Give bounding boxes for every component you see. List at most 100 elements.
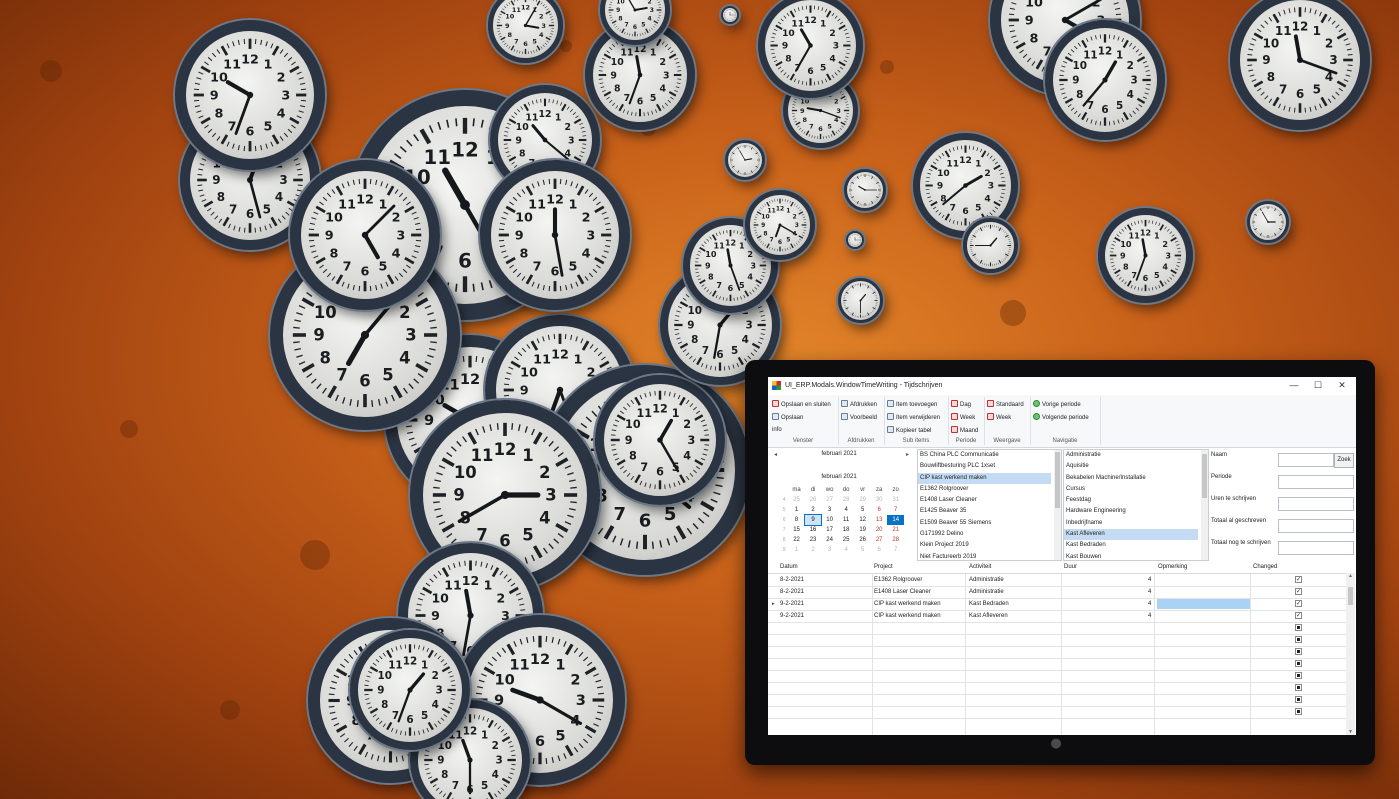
calendar-day[interactable]: 6 — [871, 505, 888, 515]
changed-checkbox[interactable] — [1295, 660, 1302, 667]
activity-list[interactable]: Administratie Aquisitie Bekabelen Machin… — [1063, 449, 1209, 561]
changed-checkbox[interactable]: ✓ — [1295, 576, 1302, 583]
add-item-button[interactable]: Item toevoegen — [887, 400, 937, 409]
changed-checkbox[interactable]: ✓ — [1295, 600, 1302, 607]
close-button[interactable]: ✕ — [1332, 379, 1352, 392]
view-standard-button[interactable]: Standaard — [987, 400, 1024, 409]
activity-list-item[interactable]: Cursus — [1064, 484, 1208, 495]
project-list-item[interactable]: E1408 Laser Cleaner — [918, 495, 1061, 506]
column-header-datum[interactable]: Datum — [780, 561, 798, 573]
activity-list-item[interactable]: Aquisitie — [1064, 461, 1208, 472]
scrollbar-thumb[interactable] — [1055, 452, 1060, 508]
zoek-button[interactable]: Zoek — [1334, 453, 1354, 468]
save-button[interactable]: Opslaan — [772, 413, 803, 422]
cell-activiteit[interactable]: Kast Afleveren — [969, 610, 1008, 622]
calendar-day[interactable]: 24 — [821, 535, 838, 545]
calendar-day[interactable]: 5 — [854, 545, 871, 555]
preview-button[interactable]: Voorbeeld — [841, 413, 877, 422]
calendar-day[interactable]: 19 — [854, 525, 871, 535]
next-period-button[interactable]: Volgende periode — [1033, 413, 1089, 422]
activity-list-item[interactable]: Kast Bouwen — [1064, 552, 1208, 560]
changed-checkbox[interactable]: ✓ — [1295, 588, 1302, 595]
calendar-day[interactable]: 25 — [788, 495, 805, 505]
minimize-button[interactable]: — — [1284, 379, 1304, 392]
scrollbar-thumb[interactable] — [1348, 587, 1353, 605]
cell-project[interactable]: E1408 Laser Cleaner — [874, 586, 931, 598]
project-list-item-selected[interactable]: CIP kast werkend maken — [918, 472, 1051, 484]
calendar-day[interactable]: 22 — [788, 535, 805, 545]
print-button[interactable]: Afdrukken — [841, 400, 877, 409]
calendar-day[interactable]: 29 — [854, 495, 871, 505]
calendar-day[interactable]: 25 — [838, 535, 855, 545]
activity-list-item-selected[interactable]: Kast Afleveren — [1064, 529, 1198, 541]
calendar-day[interactable]: 10 — [821, 515, 838, 525]
project-list-item[interactable]: E1425 Beaver 35 — [918, 506, 1061, 517]
naam-input[interactable] — [1278, 453, 1334, 467]
calendar-day[interactable]: 3 — [821, 545, 838, 555]
calendar-day[interactable]: 11 — [838, 515, 855, 525]
calendar-day-selected[interactable]: 14 — [887, 515, 904, 525]
calendar-day[interactable]: 31 — [887, 495, 904, 505]
changed-checkbox[interactable] — [1295, 708, 1302, 715]
project-list-item[interactable]: Bouwliftbesturing PLC 1xset — [918, 461, 1061, 472]
cell-project[interactable]: CIP kast werkend maken — [874, 598, 941, 610]
scroll-up-icon[interactable]: ▲ — [1346, 573, 1355, 579]
activity-list-item[interactable]: Hardware Engineering — [1064, 506, 1208, 517]
project-list-item[interactable]: Niet Factureerb 2019 — [918, 552, 1061, 560]
uren-te-schrijven-input[interactable] — [1278, 497, 1354, 511]
calendar-day[interactable]: 6 — [871, 545, 888, 555]
cell-duur[interactable]: 4 — [1148, 610, 1151, 622]
calendar-day[interactable]: 30 — [871, 495, 888, 505]
calendar-day[interactable]: 7 — [887, 505, 904, 515]
column-header-project[interactable]: Project — [874, 561, 893, 573]
changed-checkbox[interactable] — [1295, 648, 1302, 655]
project-list-item[interactable]: E1509 Beaver 55 Siemens — [918, 518, 1061, 529]
cell-datum[interactable]: 8-2-2021 — [780, 586, 804, 598]
calendar-day[interactable]: 2 — [805, 505, 822, 515]
totaal-geschreven-input[interactable] — [1278, 519, 1354, 533]
activity-list-item[interactable]: Administratie — [1064, 450, 1208, 461]
calendar-day[interactable]: 23 — [805, 535, 822, 545]
project-list-scrollbar[interactable] — [1054, 450, 1061, 560]
period-month-button[interactable]: Maand — [951, 426, 978, 435]
calendar-day[interactable]: 8 — [788, 515, 805, 525]
calendar-day[interactable]: 26 — [805, 495, 822, 505]
copy-table-button[interactable]: Kopieer tabel — [887, 426, 931, 435]
calendar-day[interactable]: 16 — [805, 525, 822, 535]
project-list-item[interactable]: Klein Project 2019 — [918, 540, 1061, 551]
scrollbar-thumb[interactable] — [1202, 454, 1207, 498]
calendar-day[interactable]: 28 — [838, 495, 855, 505]
calendar-day[interactable]: 21 — [887, 525, 904, 535]
changed-checkbox[interactable]: ✓ — [1295, 612, 1302, 619]
cell-datum[interactable]: 8-2-2021 — [780, 574, 804, 586]
column-header-activiteit[interactable]: Activiteit — [969, 561, 991, 573]
changed-checkbox[interactable] — [1295, 684, 1302, 691]
activity-list-item[interactable]: Feestdag — [1064, 495, 1208, 506]
cell-datum[interactable]: 9-2-2021 — [780, 610, 804, 622]
calendar-day[interactable]: 4 — [838, 545, 855, 555]
project-list-item[interactable]: E1362 Rolgroover — [918, 484, 1061, 495]
column-header-changed[interactable]: Changed — [1253, 561, 1277, 573]
cell-project[interactable]: E1362 Rolgroover — [874, 574, 922, 586]
calendar-day[interactable]: 13 — [871, 515, 888, 525]
activity-list-item[interactable]: Bekabelen Machine/Installatie — [1064, 473, 1208, 484]
calendar-day[interactable]: 7 — [887, 545, 904, 555]
cell-activiteit[interactable]: Administratie — [969, 586, 1004, 598]
period-day-button[interactable]: Dag — [951, 400, 971, 409]
previous-period-button[interactable]: Vorige periode — [1033, 400, 1081, 409]
period-week-button[interactable]: Week — [951, 413, 975, 422]
calendar-day[interactable]: 2 — [805, 545, 822, 555]
next-month-button[interactable]: ▸ — [906, 451, 909, 458]
calendar-day[interactable]: 1 — [788, 505, 805, 515]
cell-duur[interactable]: 4 — [1148, 574, 1151, 586]
changed-checkbox[interactable] — [1295, 696, 1302, 703]
cell-activiteit[interactable]: Kast Bedraden — [969, 598, 1009, 610]
view-week-button[interactable]: Week — [987, 413, 1011, 422]
calendar-day[interactable]: 28 — [887, 535, 904, 545]
changed-checkbox[interactable] — [1295, 624, 1302, 631]
cell-project[interactable]: CIP kast werkend maken — [874, 610, 941, 622]
cell-duur[interactable]: 4 — [1148, 586, 1151, 598]
column-header-opmerking[interactable]: Opmerking — [1158, 561, 1187, 573]
calendar-day[interactable]: 15 — [788, 525, 805, 535]
calendar-day[interactable]: 5 — [854, 505, 871, 515]
